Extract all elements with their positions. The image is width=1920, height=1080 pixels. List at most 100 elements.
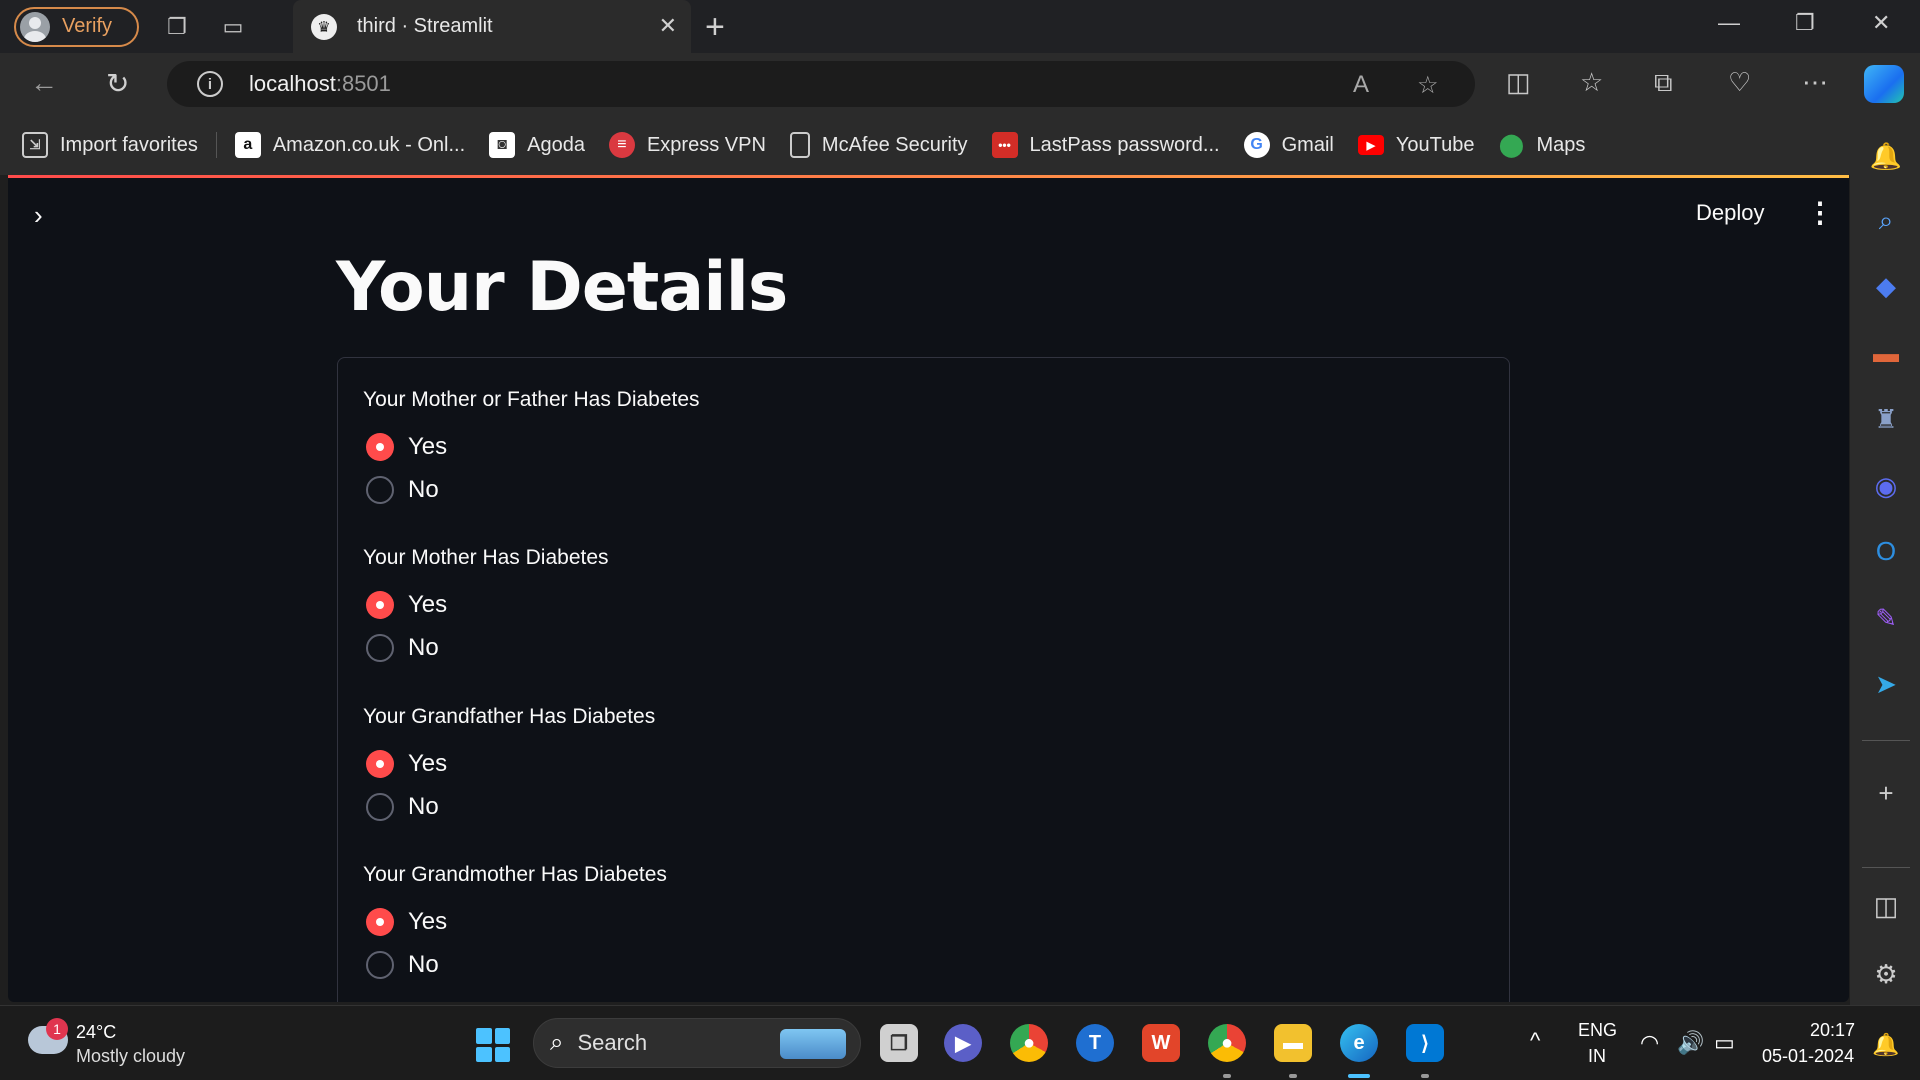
radio-selected[interactable]: [366, 750, 394, 778]
task-view-icon[interactable]: ❐: [880, 1024, 918, 1062]
vpn-shield-icon[interactable]: T: [1076, 1024, 1114, 1062]
browser-essentials-icon[interactable]: ♡: [1728, 67, 1751, 98]
taskbar-search[interactable]: ⌕ Search: [533, 1018, 861, 1068]
radio-option-yes[interactable]: Yes: [366, 591, 447, 619]
youtube-icon: ▶: [1357, 135, 1384, 155]
games-icon[interactable]: ♜: [1870, 403, 1902, 435]
bookmark-express-vpn[interactable]: ≡ Express VPN: [608, 132, 766, 158]
radio-option-no[interactable]: No: [366, 634, 439, 662]
question-label: Your Grandfather Has Diabetes: [363, 705, 656, 728]
radio-option-no[interactable]: No: [366, 476, 439, 504]
avatar: [20, 11, 50, 42]
active-app-indicator: [1348, 1074, 1370, 1078]
radio-option-no[interactable]: No: [366, 793, 439, 821]
settings-gear-icon[interactable]: ⚙: [1870, 958, 1902, 990]
radio-option-no[interactable]: No: [366, 951, 439, 979]
radio-option-yes[interactable]: Yes: [366, 908, 447, 936]
address-bar[interactable]: i localhost :8501 A ☆: [167, 61, 1475, 107]
radio-unselected[interactable]: [366, 634, 394, 662]
add-icon[interactable]: +: [1870, 777, 1902, 809]
chevron-up-icon[interactable]: ^: [1530, 1028, 1540, 1054]
weather-description[interactable]: Mostly cloudy: [76, 1046, 185, 1067]
battery-icon[interactable]: ▭: [1714, 1030, 1735, 1056]
bookmark-agoda[interactable]: ◙ Agoda: [489, 132, 585, 158]
edge-sidebar: 🔔 ⌕ ◆ ▬ ♜ ◉ O ✎ ➤ + ◫ ⚙: [1850, 115, 1920, 1005]
wifi-icon[interactable]: ◠: [1640, 1030, 1659, 1056]
search-icon: ⌕: [550, 1029, 564, 1056]
radio-unselected[interactable]: [366, 476, 394, 504]
clock-time[interactable]: 20:17: [1810, 1020, 1855, 1041]
main-menu-icon[interactable]: ⋮: [1806, 196, 1834, 229]
new-tab-icon[interactable]: +: [705, 8, 725, 47]
option-label: No: [408, 951, 439, 978]
bookmark-gmail[interactable]: G Gmail: [1243, 132, 1334, 158]
question-label: Your Mother Has Diabetes: [363, 546, 609, 569]
more-menu-icon[interactable]: ⋯: [1802, 67, 1828, 98]
volume-icon[interactable]: 🔊: [1677, 1030, 1704, 1056]
chrome-icon[interactable]: ●: [1010, 1024, 1048, 1062]
close-window-icon[interactable]: ✕: [1872, 10, 1890, 36]
radio-selected[interactable]: [366, 908, 394, 936]
language-bottom[interactable]: IN: [1588, 1046, 1606, 1067]
teams-meet-icon[interactable]: ▶: [944, 1024, 982, 1062]
favorite-star-icon[interactable]: ☆: [1417, 71, 1439, 100]
chevron-right-icon[interactable]: ›: [34, 200, 43, 231]
site-info-icon[interactable]: i: [197, 71, 223, 97]
workspaces-icon[interactable]: ❐: [159, 9, 195, 45]
weather-temperature[interactable]: 24°C: [76, 1022, 116, 1043]
vscode-icon[interactable]: ⟩: [1406, 1024, 1444, 1062]
edge-browser-icon[interactable]: e: [1340, 1024, 1378, 1062]
radio-unselected[interactable]: [366, 793, 394, 821]
bookmark-youtube[interactable]: ▶ YouTube: [1357, 133, 1475, 157]
bookmark-label: YouTube: [1395, 133, 1475, 156]
clock-date[interactable]: 05-01-2024: [1762, 1046, 1854, 1067]
language-top[interactable]: ENG: [1578, 1020, 1617, 1041]
favorites-icon[interactable]: ☆: [1580, 67, 1603, 98]
wps-office-icon[interactable]: W: [1142, 1024, 1180, 1062]
bookmark-label: McAfee Security: [821, 133, 968, 156]
bookmark-maps[interactable]: ⬤ Maps: [1498, 132, 1585, 158]
notification-bell-icon[interactable]: 🔔: [1872, 1032, 1899, 1058]
shopping-tag-icon[interactable]: ◆: [1870, 270, 1902, 302]
hide-sidebar-icon[interactable]: ◫: [1870, 890, 1902, 922]
windows-taskbar: 1 24°C Mostly cloudy ⌕ Search ❐ ▶ ● T W …: [0, 1005, 1920, 1080]
option-label: Yes: [408, 750, 448, 777]
question-label: Your Mother or Father Has Diabetes: [363, 388, 700, 411]
notifications-bell-icon[interactable]: 🔔: [1870, 140, 1902, 172]
search-icon[interactable]: ⌕: [1870, 205, 1902, 237]
copilot-icon[interactable]: [1864, 65, 1904, 103]
send-icon[interactable]: ➤: [1870, 668, 1902, 700]
file-explorer-icon[interactable]: ▬: [1274, 1024, 1312, 1062]
profile-button[interactable]: Verify: [14, 6, 139, 47]
radio-option-yes[interactable]: Yes: [366, 433, 447, 461]
expressvpn-icon: ≡: [608, 132, 635, 158]
refresh-icon[interactable]: ↻: [106, 67, 129, 100]
bookmark-import-favorites[interactable]: ⇲ Import favorites: [22, 132, 198, 158]
close-tab-icon[interactable]: ✕: [659, 13, 677, 39]
deploy-button[interactable]: Deploy: [1696, 200, 1764, 226]
outlook-icon[interactable]: O: [1870, 535, 1902, 567]
restore-icon[interactable]: ❐: [1795, 10, 1815, 36]
tab-streamlit[interactable]: ♛ third · Streamlit ✕: [293, 0, 691, 53]
radio-selected[interactable]: [366, 591, 394, 619]
windows-start-icon[interactable]: [476, 1028, 510, 1062]
bookmark-mcafee[interactable]: McAfee Security: [789, 132, 968, 158]
collections-icon[interactable]: ⧉: [1654, 67, 1673, 99]
radio-unselected[interactable]: [366, 951, 394, 979]
minimize-icon[interactable]: —: [1718, 10, 1740, 36]
split-screen-icon[interactable]: ◫: [1506, 67, 1531, 98]
tools-icon[interactable]: ▬: [1870, 337, 1902, 369]
read-aloud-icon[interactable]: A: [1353, 71, 1369, 99]
lastpass-icon: •••: [991, 132, 1018, 158]
back-icon[interactable]: ←: [30, 67, 58, 99]
radio-selected[interactable]: [366, 433, 394, 461]
weather-badge: 1: [46, 1018, 68, 1040]
bookmark-amazon[interactable]: a Amazon.co.uk - Onl...: [234, 132, 465, 158]
copilot-sidebar-icon[interactable]: ◉: [1870, 470, 1902, 502]
tab-actions-icon[interactable]: ▭: [215, 9, 251, 45]
chrome-profile-icon[interactable]: ●: [1208, 1024, 1246, 1062]
radio-option-yes[interactable]: Yes: [366, 750, 447, 778]
bookmark-lastpass[interactable]: ••• LastPass password...: [991, 132, 1220, 158]
designer-icon[interactable]: ✎: [1870, 602, 1902, 634]
import-favorites-icon: ⇲: [22, 132, 48, 158]
